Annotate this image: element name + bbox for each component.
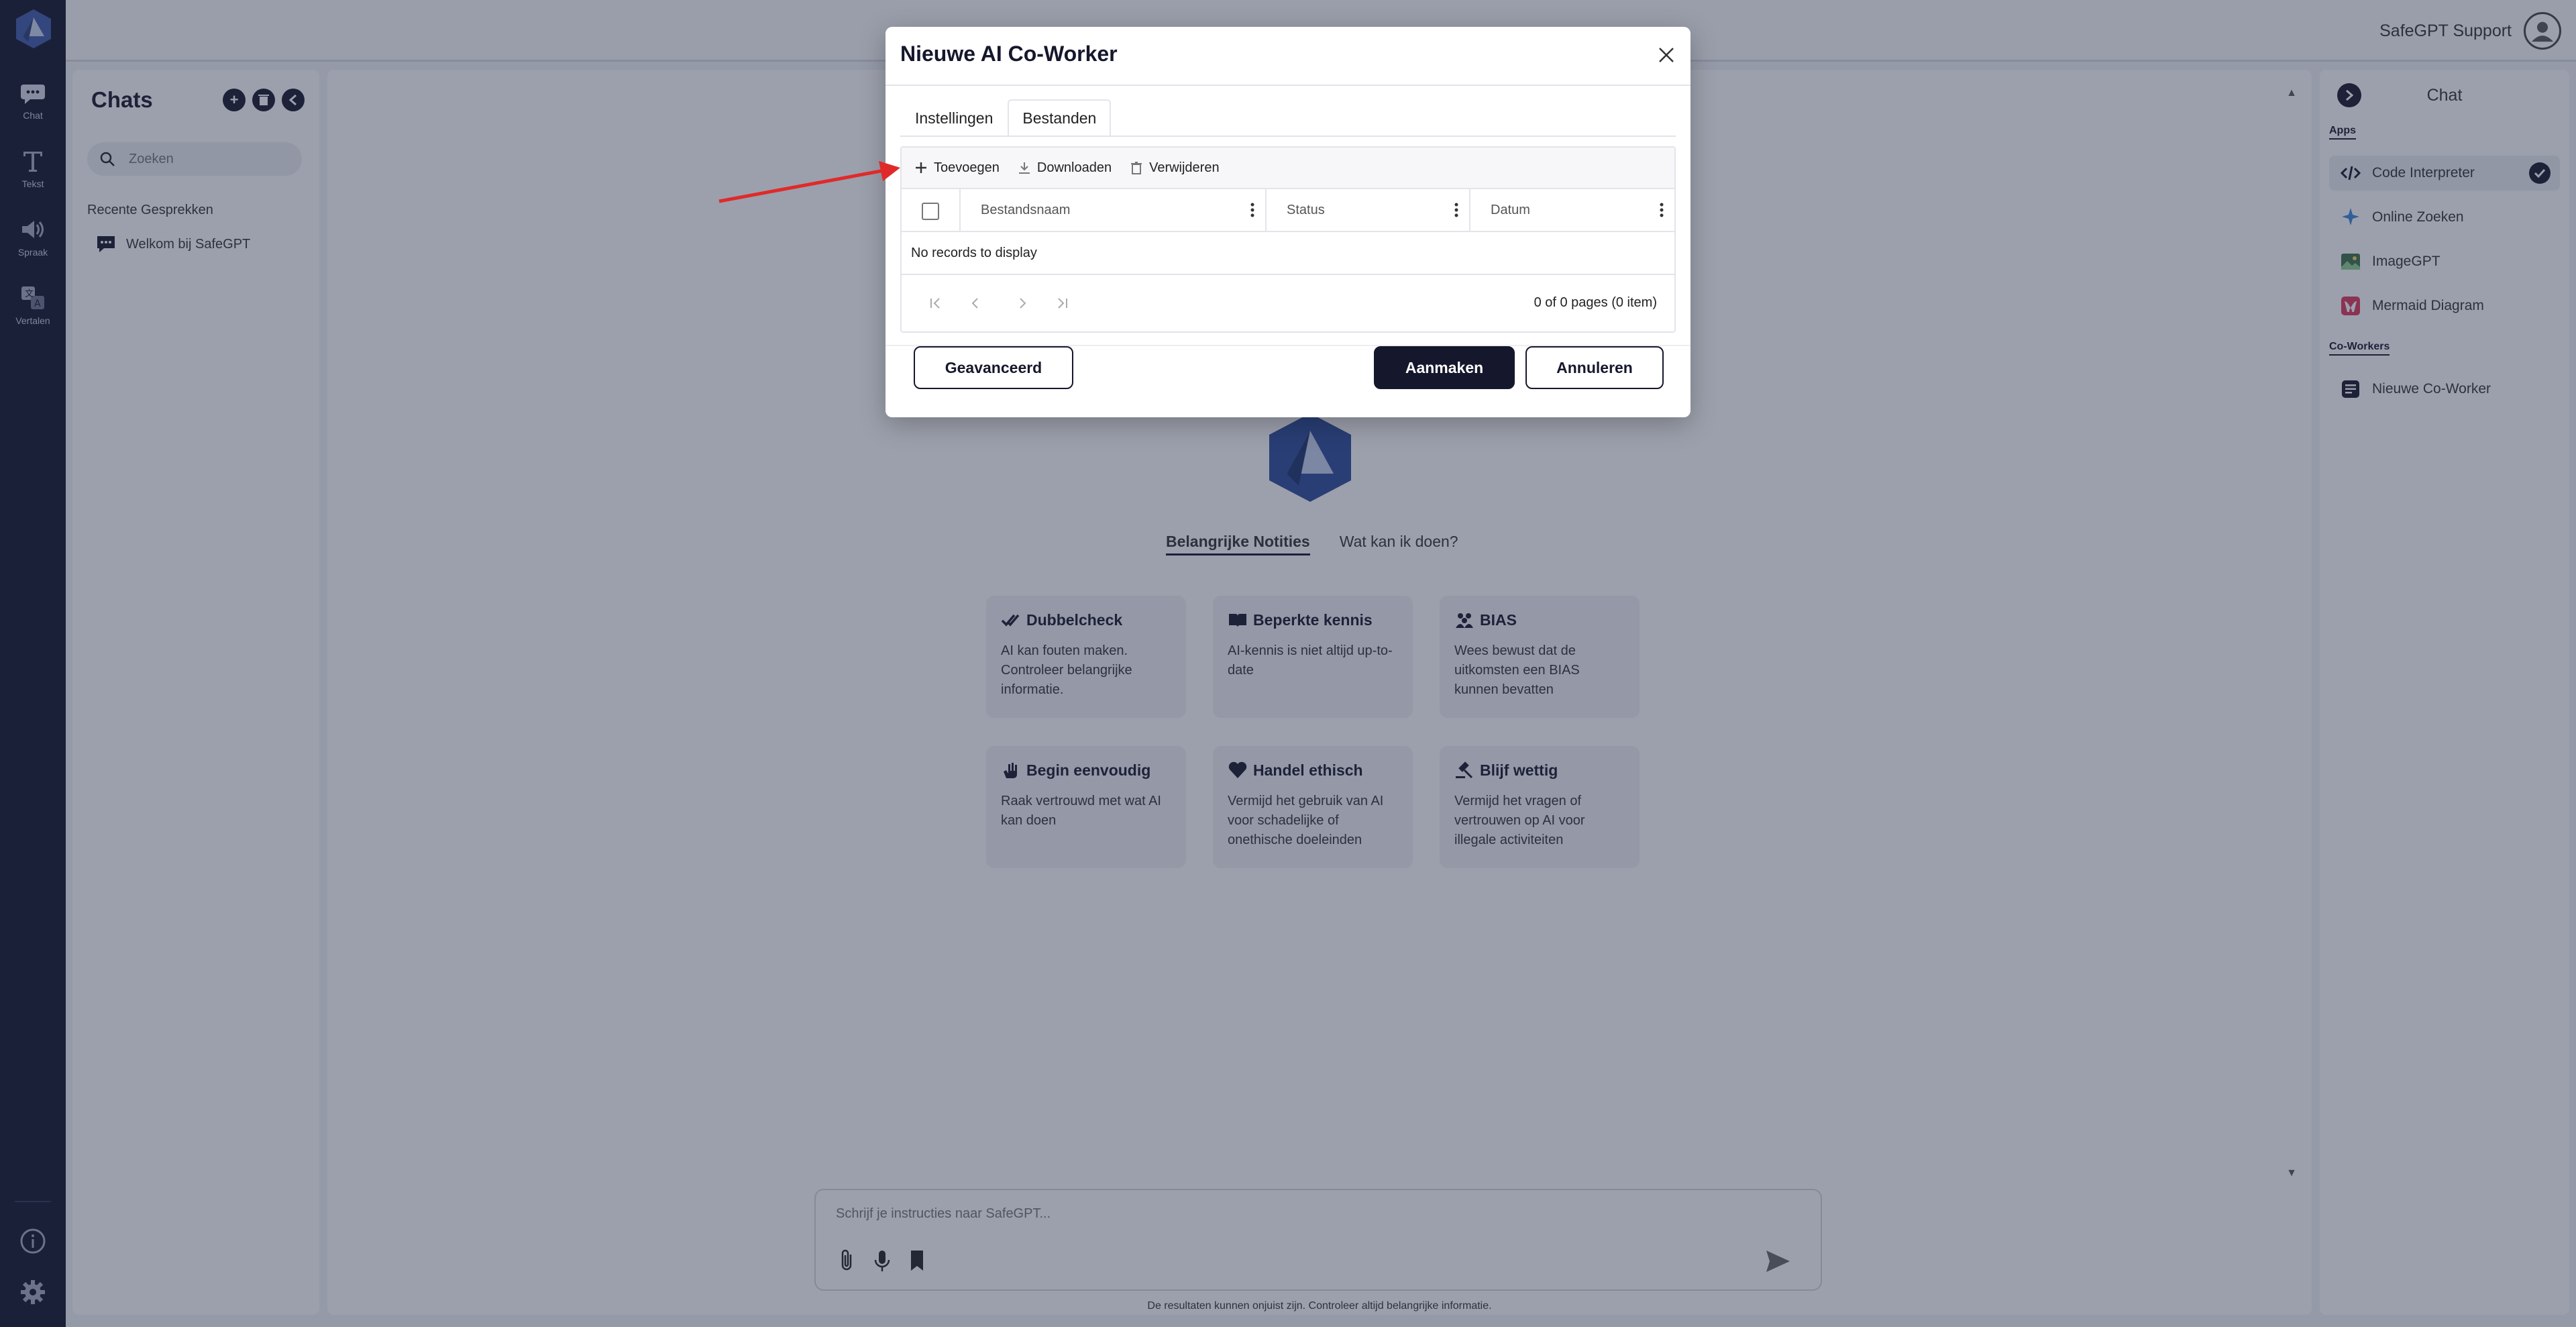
- grid-pager: 0 of 0 pages (0 item): [902, 274, 1674, 333]
- advanced-button[interactable]: Geavanceerd: [914, 346, 1073, 389]
- files-grid: Toevoegen Downloaden Verwijderen Bestand…: [900, 146, 1676, 333]
- column-label: Bestandsnaam: [981, 202, 1071, 217]
- download-icon: [1018, 162, 1030, 174]
- grid-toolbar: Toevoegen Downloaden Verwijderen: [902, 148, 1674, 189]
- column-label: Status: [1287, 202, 1325, 217]
- column-header-datum[interactable]: Datum: [1469, 189, 1674, 231]
- trash-icon: [1131, 162, 1142, 174]
- column-label: Datum: [1491, 202, 1530, 217]
- download-label: Downloaden: [1036, 160, 1112, 175]
- create-button[interactable]: Aanmaken: [1374, 346, 1515, 389]
- dialog-title: Nieuwe AI Co-Worker: [900, 42, 1118, 66]
- column-menu-icon[interactable]: [1250, 203, 1254, 217]
- column-menu-icon[interactable]: [1660, 203, 1664, 217]
- first-page-icon[interactable]: [926, 294, 945, 313]
- download-button[interactable]: Downloaden: [1017, 160, 1112, 176]
- tabs-underline: [900, 136, 1676, 137]
- empty-grid-message: No records to display: [911, 246, 1037, 260]
- delete-label: Verwijderen: [1149, 160, 1220, 175]
- add-file-button[interactable]: Toevoegen: [914, 160, 1000, 176]
- divider: [885, 85, 1690, 86]
- last-page-icon[interactable]: [1053, 294, 1072, 313]
- add-file-label: Toevoegen: [934, 160, 1000, 175]
- close-icon[interactable]: [1653, 42, 1680, 68]
- column-header-bestandsnaam[interactable]: Bestandsnaam: [959, 189, 1265, 231]
- tab-instellingen[interactable]: Instellingen: [900, 99, 1008, 136]
- delete-button[interactable]: Verwijderen: [1129, 160, 1220, 176]
- dialog-tabs: Instellingen Bestanden: [900, 99, 1112, 136]
- new-coworker-dialog: Nieuwe AI Co-Worker Instellingen Bestand…: [885, 27, 1690, 417]
- grid-header: Bestandsnaam Status Datum: [902, 189, 1674, 232]
- column-menu-icon[interactable]: [1454, 203, 1458, 217]
- pager-info: 0 of 0 pages (0 item): [1534, 295, 1657, 310]
- previous-page-icon[interactable]: [966, 294, 985, 313]
- next-page-icon[interactable]: [1013, 294, 1032, 313]
- cancel-button[interactable]: Annuleren: [1525, 346, 1664, 389]
- plus-icon: [916, 162, 926, 173]
- tab-bestanden[interactable]: Bestanden: [1008, 99, 1112, 136]
- select-all-checkbox[interactable]: [922, 203, 939, 220]
- column-header-status[interactable]: Status: [1265, 189, 1469, 231]
